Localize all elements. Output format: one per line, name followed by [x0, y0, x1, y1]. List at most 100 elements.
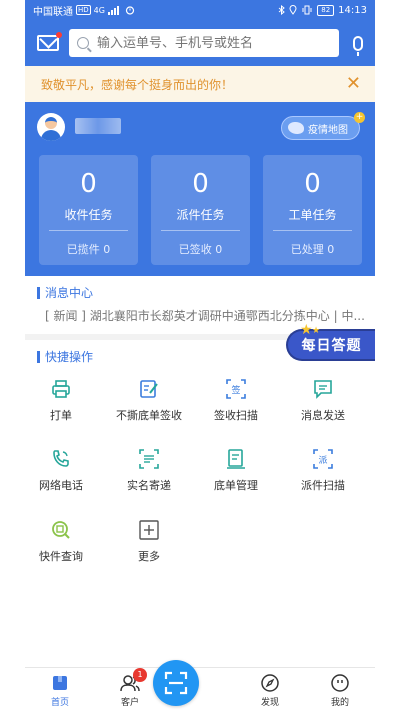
- scan-icon: [164, 671, 188, 695]
- hd-badge: HD: [76, 5, 91, 15]
- action-more[interactable]: 更多: [105, 519, 193, 564]
- nav-label: 客户: [120, 698, 139, 708]
- card-sub: 已揽件 0: [66, 243, 111, 256]
- microphone-icon[interactable]: [353, 35, 363, 56]
- discover-icon: [261, 674, 279, 692]
- action-label: 打单: [50, 409, 72, 422]
- action-receipt-manage[interactable]: 底单管理: [192, 448, 280, 493]
- china-map-icon: [288, 122, 304, 134]
- search-input[interactable]: [97, 35, 331, 51]
- action-network-call[interactable]: 网络电话: [17, 448, 105, 493]
- card-sub: 已签收 0: [178, 243, 223, 256]
- notice-text: 致敬平凡，感谢每个挺身而出的你！: [41, 77, 234, 92]
- search-icon: [77, 37, 89, 49]
- action-label: 更多: [138, 550, 160, 563]
- username-blurred: [75, 118, 121, 134]
- action-label: 签收扫描: [214, 409, 258, 422]
- alarm-icon: [125, 6, 135, 15]
- news-title: 消息中心: [37, 284, 93, 301]
- action-real-name[interactable]: 实名寄递: [105, 448, 193, 493]
- card-divider: [273, 230, 352, 231]
- action-label: 实名寄递: [127, 479, 171, 492]
- avatar-head: [45, 117, 57, 129]
- nav-label: 首页: [50, 698, 69, 708]
- action-dispatch-scan[interactable]: 派 派件扫描: [279, 448, 367, 493]
- card-divider: [161, 230, 240, 231]
- clock: 14:13: [338, 4, 367, 16]
- nav-label: 发现: [260, 698, 279, 708]
- mail-icon[interactable]: [37, 32, 62, 51]
- work-order-card[interactable]: 0 工单任务 已处理 0: [263, 155, 362, 265]
- action-print[interactable]: 打单: [17, 378, 105, 423]
- action-label: 底单管理: [214, 479, 258, 492]
- epidemic-map-button[interactable]: 疫情地图 +: [281, 112, 365, 140]
- dispatch-task-card[interactable]: 0 派件任务 已签收 0: [151, 155, 250, 265]
- card-count: 0: [80, 169, 97, 199]
- home-icon: [53, 676, 67, 690]
- sign-scan-icon: 签: [226, 379, 246, 399]
- action-label: 网络电话: [39, 479, 83, 492]
- parcel-search-icon: [52, 521, 70, 539]
- card-label: 工单任务: [288, 208, 337, 222]
- action-label: 派件扫描: [301, 479, 345, 492]
- nav-discover[interactable]: 发现: [240, 673, 300, 708]
- real-name-icon: [139, 449, 159, 469]
- news-section: 消息中心 [ 新闻 ] 湖北襄阳市长郄英才调研中通鄂西北分拣中心 | 中...: [25, 276, 375, 334]
- close-icon[interactable]: ✕: [346, 75, 361, 93]
- daily-quiz-button[interactable]: ★ ★ 每日答题: [286, 322, 375, 361]
- status-right: 82 14:13: [278, 4, 367, 16]
- notification-badge: 1: [133, 668, 147, 682]
- quick-actions-title: 快捷操作: [37, 348, 93, 365]
- action-message-send[interactable]: 消息发送: [279, 378, 367, 423]
- profile-icon: [331, 674, 349, 692]
- action-label: 快件查询: [39, 550, 83, 563]
- phone-icon: [53, 450, 69, 467]
- vibrate-icon: [302, 5, 312, 15]
- status-left: 中国联通 HD 4G: [33, 3, 135, 18]
- receive-task-card[interactable]: 0 收件任务 已揽件 0: [39, 155, 138, 265]
- news-item[interactable]: [ 新闻 ] 湖北襄阳市长郄英才调研中通鄂西北分拣中心 | 中...: [45, 307, 370, 324]
- action-sign-no-tear[interactable]: 不撕底单签收: [105, 378, 193, 423]
- avatar-body: [41, 130, 61, 141]
- quick-actions-section: 快捷操作 打单 不撕底单签收 签 签收扫描 消息发送 网络电话 实名寄递 底单管…: [25, 340, 375, 670]
- action-sign-scan[interactable]: 签 签收扫描: [192, 378, 280, 423]
- card-divider: [49, 230, 128, 231]
- receipt-manage-icon: [227, 449, 245, 469]
- printer-icon: [52, 380, 70, 398]
- carrier-name: 中国联通: [33, 6, 73, 18]
- card-sub: 已处理 0: [290, 243, 335, 256]
- unread-dot: [56, 32, 62, 38]
- news-title-text: 消息中心: [45, 286, 94, 300]
- dispatch-scan-icon: 派: [313, 449, 333, 469]
- signal-icon: [107, 6, 119, 15]
- action-label: 消息发送: [301, 409, 345, 422]
- message-icon: [314, 380, 332, 399]
- card-count: 0: [304, 169, 321, 199]
- nav-customers[interactable]: 1 客户: [100, 668, 160, 708]
- action-label: 不撕底单签收: [116, 409, 182, 422]
- battery-level: 82: [317, 4, 335, 16]
- map-button-label: 疫情地图: [308, 124, 348, 136]
- card-label: 收件任务: [64, 208, 113, 222]
- daily-quiz-label: 每日答题: [301, 338, 362, 354]
- location-icon: [289, 5, 297, 15]
- section-marker: [37, 350, 40, 363]
- more-icon: [139, 520, 159, 540]
- network-type: 4G: [93, 5, 105, 15]
- status-bar: 中国联通 HD 4G 82 14:13: [25, 0, 375, 20]
- plus-icon: +: [354, 112, 365, 123]
- top-bar: [25, 20, 375, 66]
- notice-bar: 致敬平凡，感谢每个挺身而出的你！ ✕: [25, 66, 375, 102]
- svg-text:派: 派: [318, 455, 327, 466]
- quick-actions-title-text: 快捷操作: [45, 350, 94, 364]
- nav-profile[interactable]: 我的: [310, 673, 370, 708]
- card-label: 派件任务: [176, 208, 225, 222]
- action-parcel-search[interactable]: 快件查询: [17, 519, 105, 564]
- star-icon: ★: [312, 326, 322, 336]
- scan-button[interactable]: [153, 660, 199, 706]
- nav-home[interactable]: 首页: [30, 673, 90, 708]
- section-marker: [37, 286, 40, 299]
- svg-text:签: 签: [231, 384, 240, 396]
- avatar[interactable]: [37, 113, 65, 141]
- search-box[interactable]: [69, 29, 339, 57]
